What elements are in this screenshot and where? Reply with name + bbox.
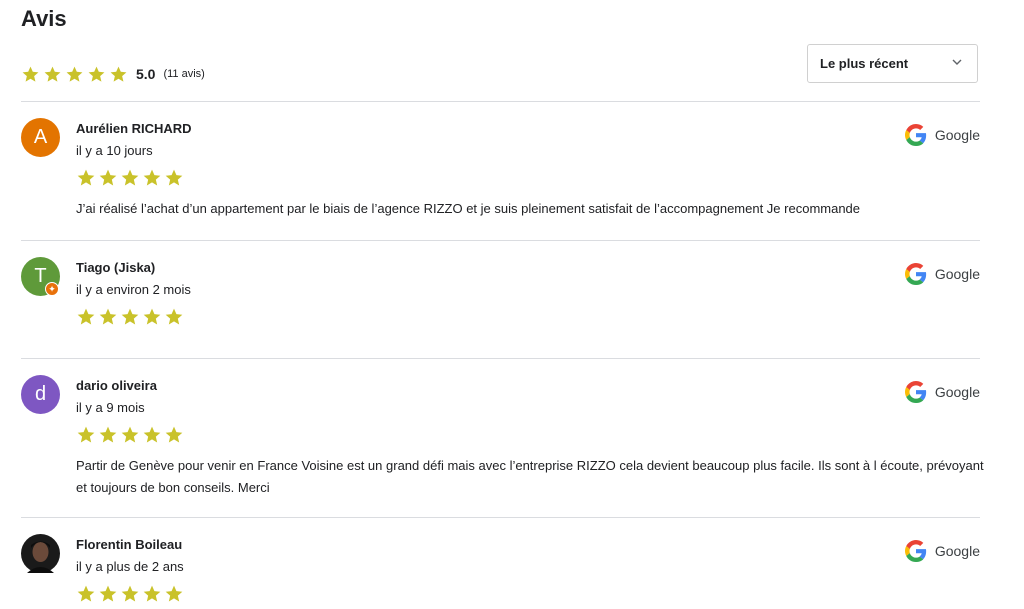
review-source[interactable]: Google xyxy=(904,381,980,403)
avatar-photo xyxy=(21,534,60,573)
divider xyxy=(21,240,980,241)
review-item: Florentin Boileau il y a plus de 2 ans G… xyxy=(21,534,980,609)
reviewer-name[interactable]: Aurélien RICHARD xyxy=(76,121,192,136)
review-text: J’ai réalisé l’achat d’un appartement pa… xyxy=(76,201,861,216)
reviewer-name[interactable]: Tiago (Jiska) xyxy=(76,260,155,275)
chevron-down-icon xyxy=(951,56,963,71)
review-count: (11 avis) xyxy=(163,68,205,80)
review-stars xyxy=(76,168,184,188)
avatar-initial: d xyxy=(34,383,47,405)
star-icon xyxy=(99,426,117,443)
star-icon xyxy=(165,426,183,443)
reviewer-name[interactable]: Florentin Boileau xyxy=(76,537,182,552)
star-icon xyxy=(44,66,61,82)
review-stars xyxy=(76,584,184,604)
review-time: il y a 9 mois xyxy=(76,400,145,415)
divider xyxy=(21,101,980,102)
star-icon xyxy=(77,169,95,186)
review-item: A Aurélien RICHARD il y a 10 jours J’ai … xyxy=(21,118,980,228)
sort-selected-label: Le plus récent xyxy=(820,56,909,71)
star-icon xyxy=(121,308,139,325)
star-icon xyxy=(99,308,117,325)
star-icon xyxy=(143,169,161,186)
sort-dropdown[interactable]: Le plus récent xyxy=(807,44,978,83)
source-label: Google xyxy=(934,384,980,400)
summary-stars xyxy=(21,65,128,84)
star-icon xyxy=(99,585,117,602)
star-icon xyxy=(165,308,183,325)
source-label: Google xyxy=(934,127,980,143)
review-text: Partir de Genève pour venir en France Vo… xyxy=(76,458,984,495)
avatar-initial: A xyxy=(33,126,48,148)
review-stars xyxy=(76,425,184,445)
local-guide-badge: ✦ xyxy=(45,282,59,296)
review-time: il y a environ 2 mois xyxy=(76,282,191,297)
reviewer-name[interactable]: dario oliveira xyxy=(76,378,157,393)
source-label: Google xyxy=(934,543,980,559)
google-g-icon xyxy=(904,381,927,403)
source-label: Google xyxy=(934,266,980,282)
star-icon xyxy=(110,66,127,82)
review-stars xyxy=(76,307,184,327)
star-icon xyxy=(22,66,39,82)
star-icon xyxy=(143,426,161,443)
google-g-icon xyxy=(904,540,927,562)
review-source[interactable]: Google xyxy=(904,263,980,285)
avatar-initial: T xyxy=(34,265,47,287)
star-icon xyxy=(77,308,95,325)
avatar[interactable]: d xyxy=(21,375,60,414)
star-icon xyxy=(77,585,95,602)
rating-summary: 5.0 (11 avis) xyxy=(21,64,205,84)
review-source[interactable]: Google xyxy=(904,540,980,562)
google-g-icon xyxy=(904,263,927,285)
review-time: il y a 10 jours xyxy=(76,143,153,158)
review-item: T ✦ Tiago (Jiska) il y a environ 2 mois … xyxy=(21,257,980,347)
avatar[interactable]: A xyxy=(21,118,60,157)
star-icon xyxy=(88,66,105,82)
divider xyxy=(21,358,980,359)
average-score: 5.0 xyxy=(136,66,156,82)
google-g-icon xyxy=(904,124,927,146)
star-icon xyxy=(77,426,95,443)
divider xyxy=(21,517,980,518)
star-icon xyxy=(143,585,161,602)
star-icon xyxy=(121,169,139,186)
star-icon xyxy=(165,169,183,186)
review-source[interactable]: Google xyxy=(904,124,980,146)
review-item: d dario oliveira il y a 9 mois Partir de… xyxy=(21,375,984,505)
star-icon xyxy=(99,169,117,186)
star-icon xyxy=(121,426,139,443)
review-time: il y a plus de 2 ans xyxy=(76,559,184,574)
page-title: Avis xyxy=(21,6,67,31)
star-icon xyxy=(143,308,161,325)
star-icon xyxy=(66,66,83,82)
star-icon xyxy=(165,585,183,602)
avatar[interactable] xyxy=(21,534,60,573)
star-icon xyxy=(121,585,139,602)
